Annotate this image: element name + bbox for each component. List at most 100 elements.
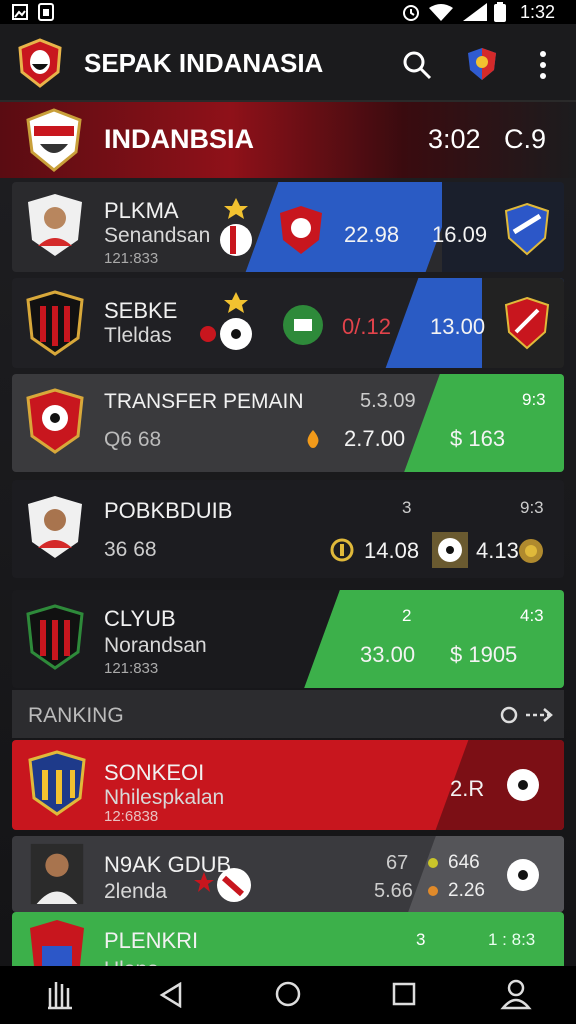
search-icon[interactable]: [402, 50, 432, 80]
card-line3: 121:833: [104, 660, 159, 677]
football-icon: [200, 292, 252, 350]
card-value2: 4.13: [476, 538, 519, 563]
battery-icon: [494, 2, 506, 22]
wifi-icon: [429, 4, 453, 21]
home-icon[interactable]: [274, 980, 302, 1008]
card-line1: SEBKE: [104, 298, 178, 323]
card-value1: 2.7.00: [344, 426, 406, 451]
ranking-line1: PLENKRI: [104, 928, 199, 953]
banner-score-right: C.9: [504, 124, 547, 154]
club-badge-icon: [30, 920, 84, 966]
banner-title: INDANBSIA: [104, 124, 255, 154]
match-card[interactable]: PLKMA Senandsan 121:833 22.98 16.09: [12, 182, 564, 272]
ranking-top-value: 67: [386, 852, 409, 874]
match-card[interactable]: SEBKE Tleldas 0/.12 13.00: [12, 278, 564, 368]
player-photo-icon: [28, 496, 82, 558]
club-badge-icon: [504, 202, 550, 256]
card-line2: Senandsan: [104, 224, 211, 247]
club-badge-icon: [280, 206, 322, 254]
football-icon: [507, 859, 539, 891]
ranking-right-top: 1 : 8:3: [488, 930, 536, 949]
card-top-mid: 3: [402, 498, 412, 517]
card-green-value: $ 163: [450, 426, 506, 451]
card-line2: Tleldas: [104, 324, 172, 347]
ranking-right-top: 646: [448, 852, 480, 873]
card-green-top: 9:3: [522, 390, 546, 409]
app-logo-icon: [18, 38, 62, 88]
overview-icon[interactable]: [392, 982, 416, 1006]
ranking-top-value: 3: [416, 930, 426, 949]
more-options-icon[interactable]: [538, 50, 548, 80]
card-value2: 13.00: [430, 314, 486, 339]
card-line1: CLYUB: [104, 606, 176, 631]
player-photo-icon: [30, 843, 84, 905]
signal-icon: [463, 3, 487, 21]
ranking-line2: Nhilespkalan: [104, 786, 225, 809]
league-crest-icon: [26, 108, 82, 172]
trend-icon: [428, 858, 438, 868]
ranking-header: RANKING: [12, 690, 564, 738]
alarm-icon: [403, 5, 419, 21]
club-card[interactable]: CLYUB Norandsan 121:833 2 4:3 33.00 $ 19…: [12, 590, 564, 688]
club-card[interactable]: POBKBDUIB 36 68 3 9:3 14.08 4.13: [12, 480, 564, 578]
ranking-line1: SONKEOI: [104, 760, 205, 785]
ranking-value: 5.66: [374, 880, 413, 902]
card-green-top: 2: [402, 606, 412, 625]
ranking-right-bottom: 2.26: [448, 880, 485, 901]
card-line1: PLKMA: [104, 198, 179, 223]
ranking-value: 2.R: [450, 776, 485, 801]
ranking-item[interactable]: N9AK GDUB 2lenda 67 5.66 646 2.26: [12, 836, 564, 912]
trend-icon: [428, 886, 438, 896]
status-time: 1:32: [520, 2, 556, 22]
card-line2: Q6 68: [104, 428, 162, 451]
card-top-right: 9:3: [520, 498, 544, 517]
banner-score-left: 3:02: [428, 124, 481, 154]
club-badge-icon: [220, 198, 252, 256]
card-green-top2: 4:3: [520, 606, 544, 625]
app-bar: SEPAK INDANASIA: [0, 24, 576, 102]
app-title: SEPAK INDANASIA: [84, 48, 324, 78]
content-area: PLKMA Senandsan 121:833 22.98 16.09 SEBK…: [0, 178, 576, 966]
back-icon[interactable]: [158, 982, 184, 1008]
card-line1: POBKBDUIB: [104, 498, 233, 523]
ranking-item[interactable]: SONKEOI Nhilespkalan 12:6838 2.R: [12, 740, 564, 830]
ranking-line3: 12:6838: [104, 808, 159, 825]
ranking-line2: Ulana: [104, 958, 159, 966]
club-badge-icon: [504, 296, 550, 350]
status-bar: 1:32: [0, 0, 576, 24]
football-icon: [507, 769, 539, 801]
football-icon: [432, 532, 468, 568]
transfer-card[interactable]: TRANSFER PEMAIN Q6 68 5.3.09 2.7.00 9:3 …: [12, 374, 564, 472]
card-value1: 0/.12: [342, 314, 391, 339]
club-badge-icon: [26, 290, 84, 356]
badge-icon: [519, 539, 543, 563]
card-top-value: 5.3.09: [360, 390, 416, 412]
coin-icon: [330, 538, 354, 562]
profile-icon[interactable]: [500, 978, 532, 1010]
coin-icon: [307, 430, 319, 448]
league-banner[interactable]: INDANBSIA 3:02 C.9: [0, 102, 576, 178]
sim-icon: [38, 3, 54, 21]
club-badge-icon: [26, 604, 84, 670]
club-badge-icon: [283, 305, 323, 345]
ranking-title: RANKING: [28, 704, 124, 727]
club-badge-icon: [26, 388, 84, 454]
recents-bars-icon[interactable]: [46, 980, 76, 1010]
ranking-line2: 2lenda: [104, 880, 168, 903]
ranking-item[interactable]: PLENKRI Ulana 3 1 : 8:3: [12, 912, 564, 966]
gallery-icon: [12, 4, 28, 20]
player-photo-icon: [28, 194, 82, 256]
club-shield-icon[interactable]: [466, 46, 498, 82]
refresh-arrow-icon[interactable]: [500, 704, 556, 726]
card-line1: TRANSFER PEMAIN: [104, 390, 304, 413]
card-line2: Norandsan: [104, 634, 207, 657]
card-green-value1: 33.00: [360, 642, 416, 667]
card-line2: 36 68: [104, 538, 157, 561]
card-line3: 121:833: [104, 250, 159, 267]
navigation-bar: [0, 966, 576, 1024]
card-green-value2: $ 1905: [450, 642, 518, 667]
card-value1: 22.98: [344, 222, 400, 247]
club-badge-icon: [194, 868, 251, 902]
card-value2: 16.09: [432, 222, 488, 247]
club-badge-icon: [28, 750, 86, 816]
